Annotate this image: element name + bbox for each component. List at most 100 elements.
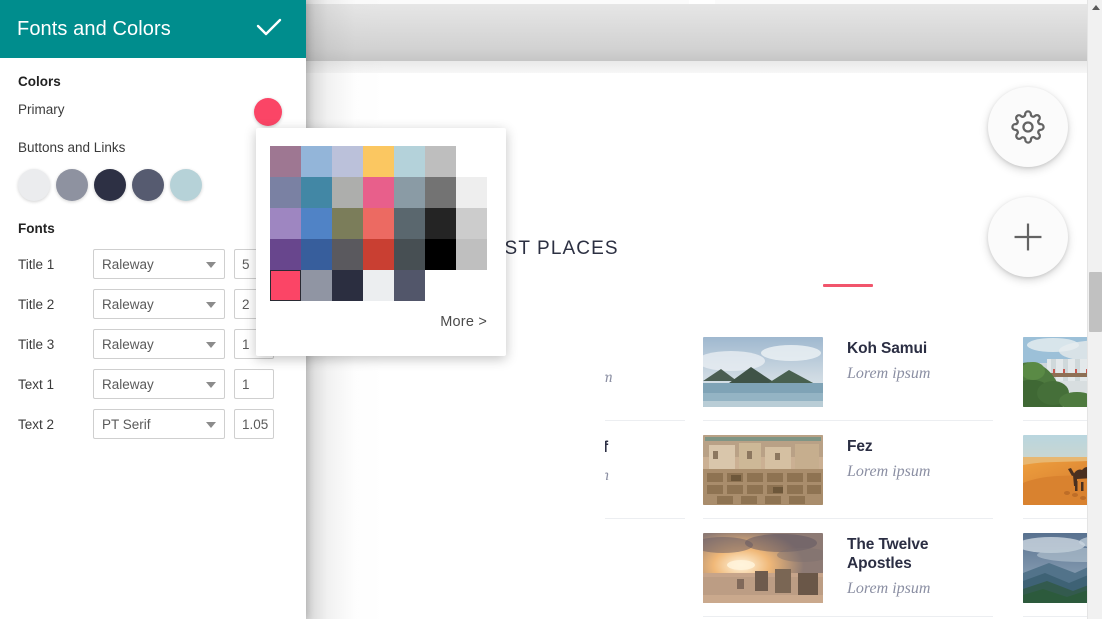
sunset-sea-cliffs-photo: [703, 533, 823, 603]
font-row-label: Title 3: [18, 336, 55, 352]
color-swatch-selected[interactable]: [270, 270, 301, 301]
color-swatch[interactable]: [332, 270, 363, 301]
color-swatch[interactable]: [425, 146, 456, 177]
font-row-text-2: Text 2 PT Serif 1.05: [0, 404, 306, 444]
font-family-value: Raleway: [102, 336, 154, 352]
confirm-button[interactable]: [254, 16, 284, 43]
color-swatch[interactable]: [301, 270, 332, 301]
list-item[interactable]: Fez Lorem ipsum: [703, 421, 993, 519]
font-row-text-1: Text 1 Raleway 1: [0, 364, 306, 404]
color-swatch[interactable]: [394, 177, 425, 208]
color-palette-grid: [270, 146, 487, 301]
color-swatch[interactable]: [363, 239, 394, 270]
checkmark-icon: [254, 16, 284, 43]
font-size-input-text-2[interactable]: 1.05: [234, 409, 274, 439]
color-swatch[interactable]: [332, 177, 363, 208]
preview-hero-band: [305, 4, 1087, 61]
place-subtitle: n: [605, 467, 609, 485]
blue-mountains-photo: [1023, 533, 1087, 603]
color-swatch[interactable]: [425, 177, 456, 208]
add-fab[interactable]: [988, 197, 1068, 277]
chevron-down-icon: [206, 422, 216, 428]
list-item[interactable]: Erg-Shebbi Lorem ipsum: [1023, 421, 1087, 519]
list-item[interactable]: Iguazu Waterfalls Lorem ipsum: [1023, 323, 1087, 421]
color-swatch[interactable]: [363, 177, 394, 208]
list-item[interactable]: f n: [605, 421, 685, 519]
colors-group-label: Colors: [18, 74, 61, 89]
place-title: Fez: [847, 438, 873, 455]
color-swatch[interactable]: [456, 177, 487, 208]
color-circle-3[interactable]: [94, 169, 126, 201]
place-subtitle: m: [605, 369, 613, 387]
place-subtitle: Lorem ipsum: [847, 364, 931, 382]
color-circle-5[interactable]: [170, 169, 202, 201]
color-swatch[interactable]: [301, 239, 332, 270]
font-family-select-text-1[interactable]: Raleway: [93, 369, 225, 399]
font-family-select-title-3[interactable]: Raleway: [93, 329, 225, 359]
palette-row: [270, 239, 487, 270]
color-swatch[interactable]: [301, 208, 332, 239]
font-family-select-text-2[interactable]: PT Serif: [93, 409, 225, 439]
color-swatch[interactable]: [394, 146, 425, 177]
color-swatch[interactable]: [363, 146, 394, 177]
color-swatch[interactable]: [270, 208, 301, 239]
chevron-down-icon: [206, 382, 216, 388]
place-title: f: [605, 439, 609, 456]
color-swatch[interactable]: [301, 146, 332, 177]
color-swatch[interactable]: [456, 239, 487, 270]
color-swatch[interactable]: [425, 208, 456, 239]
primary-color-swatch[interactable]: [254, 98, 282, 126]
list-item[interactable]: The Twelve Apostles Lorem ipsum: [703, 519, 993, 617]
desert-camel-photo: [1023, 435, 1087, 505]
places-column-right: Iguazu Waterfalls Lorem ipsum: [1023, 323, 1087, 617]
place-text: Fez Lorem ipsum: [847, 435, 930, 481]
preview-hero-fade: [305, 61, 1087, 73]
color-swatch[interactable]: [363, 270, 394, 301]
palette-row: [270, 177, 487, 208]
places-column-hidden: m f n: [605, 323, 685, 519]
list-item[interactable]: Blue Mountains Lorem ipsum: [1023, 519, 1087, 617]
app-root: BEST PLACES m f n: [0, 0, 1102, 619]
scrollbar-thumb[interactable]: [1089, 272, 1102, 332]
color-swatch[interactable]: [270, 177, 301, 208]
beach-island-photo: [703, 337, 823, 407]
font-row-label: Title 1: [18, 256, 55, 272]
tannery-rooftops-photo: [703, 435, 823, 505]
palette-row: [270, 270, 487, 301]
color-swatch[interactable]: [332, 146, 363, 177]
color-circle-1[interactable]: [18, 169, 50, 201]
list-item[interactable]: Koh Samui Lorem ipsum: [703, 323, 993, 421]
list-item[interactable]: m: [605, 323, 685, 421]
font-family-value: Raleway: [102, 376, 154, 392]
font-family-select-title-2[interactable]: Raleway: [93, 289, 225, 319]
color-picker-popup: More >: [256, 128, 506, 356]
place-text: The Twelve Apostles Lorem ipsum: [847, 533, 987, 598]
color-swatch[interactable]: [456, 208, 487, 239]
palette-row: [270, 208, 487, 239]
font-family-value: Raleway: [102, 256, 154, 272]
font-family-value: Raleway: [102, 296, 154, 312]
settings-fab[interactable]: [988, 87, 1068, 167]
color-swatch[interactable]: [394, 208, 425, 239]
font-family-select-title-1[interactable]: Raleway: [93, 249, 225, 279]
chevron-down-icon: [206, 342, 216, 348]
more-colors-link[interactable]: More >: [440, 314, 487, 330]
color-swatch[interactable]: [394, 239, 425, 270]
color-swatch[interactable]: [301, 177, 332, 208]
color-swatch[interactable]: [363, 208, 394, 239]
font-size-input-text-1[interactable]: 1: [234, 369, 274, 399]
triangle-up-icon[interactable]: [1088, 0, 1102, 15]
place-subtitle: Lorem ipsum: [847, 579, 931, 597]
color-swatch[interactable]: [332, 239, 363, 270]
color-swatch[interactable]: [425, 239, 456, 270]
color-swatch[interactable]: [332, 208, 363, 239]
color-swatch[interactable]: [394, 270, 425, 301]
chevron-down-icon: [206, 262, 216, 268]
place-subtitle: Lorem ipsum: [847, 462, 931, 480]
color-circle-4[interactable]: [132, 169, 164, 201]
color-circle-2[interactable]: [56, 169, 88, 201]
font-row-label: Text 1: [18, 376, 55, 392]
color-swatch[interactable]: [270, 146, 301, 177]
color-swatch[interactable]: [270, 239, 301, 270]
vertical-scrollbar[interactable]: [1087, 0, 1102, 619]
